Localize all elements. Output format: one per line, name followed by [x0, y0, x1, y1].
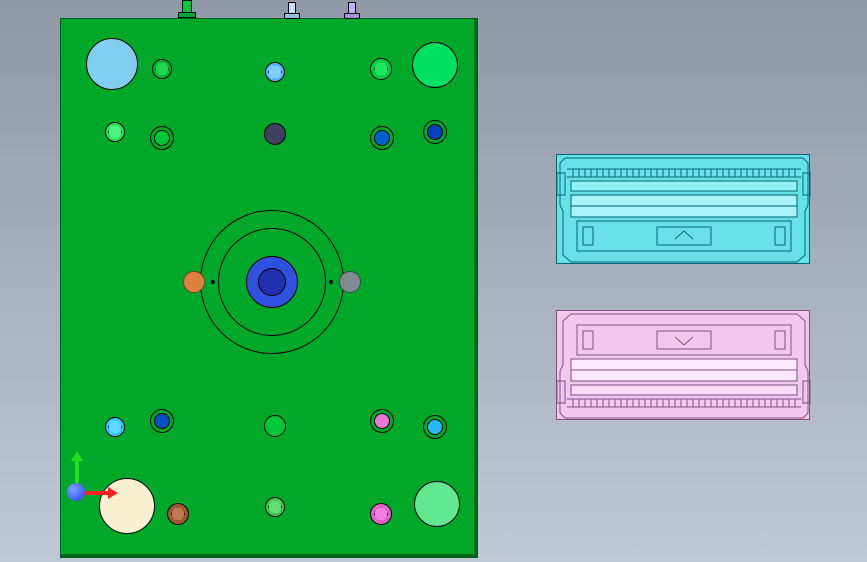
center-ref-left [211, 280, 215, 284]
part-bottom-detail-icon [557, 311, 811, 421]
y-axis-head-icon [71, 451, 83, 461]
corner-hole-br[interactable] [414, 481, 460, 527]
corner-hole-tl[interactable] [86, 38, 138, 90]
top-peg-1-base [178, 12, 196, 18]
flank-hole-right[interactable] [339, 271, 361, 293]
z-axis-origin-icon [67, 483, 85, 501]
cad-viewport[interactable] [0, 0, 867, 562]
guide-pin-r4c4 [374, 413, 390, 429]
guide-pin-r2c5 [427, 124, 443, 140]
guide-pin-r2c2 [154, 130, 170, 146]
molded-part-bottom[interactable] [556, 310, 810, 420]
flank-hole-left[interactable] [183, 271, 205, 293]
hole-r2c3[interactable] [264, 123, 286, 145]
molded-part-top[interactable] [556, 154, 810, 264]
corner-hole-tr[interactable] [412, 42, 458, 88]
part-top-detail-icon [557, 155, 811, 265]
guide-pin-r4c2 [154, 413, 170, 429]
origin-triad[interactable] [58, 455, 118, 515]
center-hole [258, 268, 286, 296]
center-ref-right [329, 280, 333, 284]
top-peg-2-base [284, 13, 300, 19]
guide-pin-r4c5 [427, 419, 443, 435]
guide-pin-r2c4 [374, 130, 390, 146]
top-peg-3-base [344, 13, 360, 19]
hole-r4c3[interactable] [264, 415, 286, 437]
x-axis-head-icon [108, 487, 118, 499]
